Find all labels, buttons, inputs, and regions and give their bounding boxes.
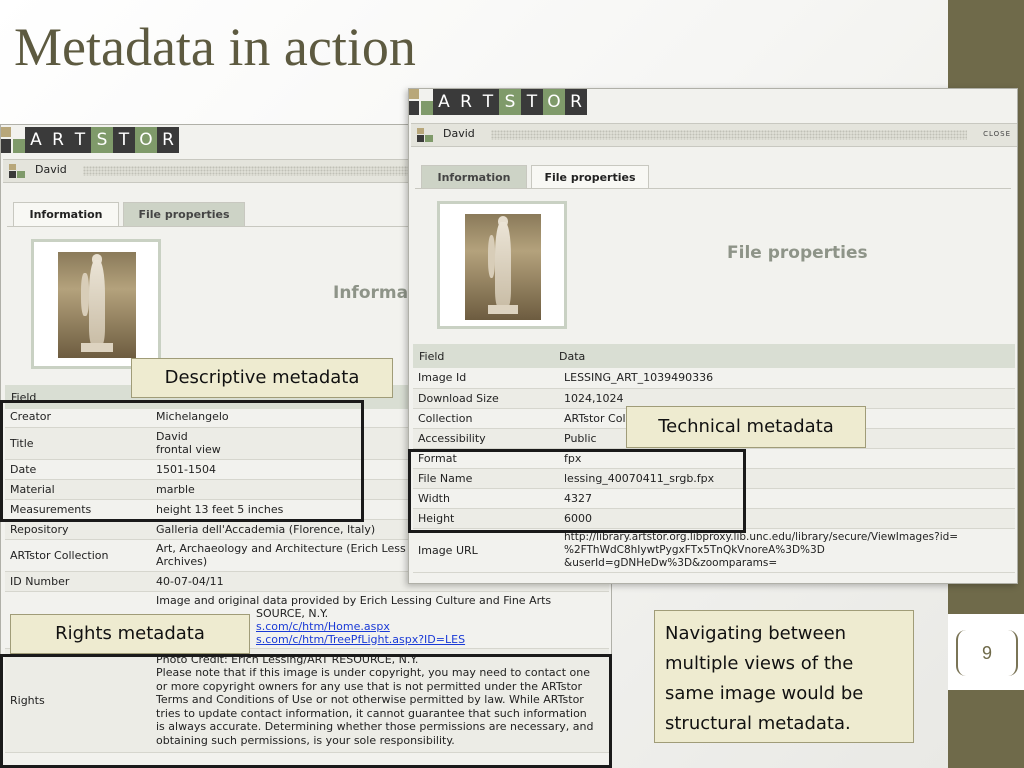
logo-letter: O	[135, 127, 157, 153]
structural-metadata-note: Navigating between multiple views of the…	[654, 610, 914, 743]
slide-title: Metadata in action	[14, 17, 416, 77]
statue-image	[58, 252, 136, 358]
table-row: Download Size 1024,1024	[413, 388, 1015, 409]
field-cell: Accessibility	[413, 428, 559, 449]
table-row: Image URL http://library.artstor.org.libp…	[413, 528, 1015, 573]
image-thumbnail[interactable]	[437, 201, 567, 329]
logo-letter: T	[477, 89, 499, 115]
logo-letter: T	[113, 127, 135, 153]
logo-letter: R	[565, 89, 587, 115]
artstor-logo: A R T S T O R	[409, 89, 587, 115]
logo-squares-icon	[1, 127, 25, 153]
panel-heading: File properties	[727, 243, 868, 263]
technical-metadata-label: Technical metadata	[626, 406, 866, 448]
tab-file-properties[interactable]: File properties	[123, 202, 245, 226]
window-icon	[9, 164, 25, 178]
logo-letter: A	[25, 127, 47, 153]
window-title: David	[35, 163, 67, 176]
logo-letter: A	[433, 89, 455, 115]
page-number: 9	[956, 630, 1018, 676]
table-header: Field Data	[413, 344, 1015, 368]
tab-divider	[415, 188, 1011, 189]
logo-letter: S	[499, 89, 521, 115]
field-column-header: Field	[419, 350, 445, 363]
image-thumbnail[interactable]	[31, 239, 161, 369]
url-cell[interactable]: http://library.artstor.org.libproxy.lib.…	[559, 528, 1015, 573]
rights-metadata-label: Rights metadata	[10, 614, 250, 654]
source-line: Image and original data provided by Eric…	[156, 593, 552, 607]
close-button[interactable]: CLOSE	[983, 130, 1011, 138]
panel-heading: Informa	[333, 283, 409, 303]
logo-letter: T	[69, 127, 91, 153]
data-column-header: Data	[559, 350, 586, 363]
value-cell: 1024,1024	[559, 388, 1015, 409]
field-cell: Download Size	[413, 388, 559, 409]
tab-information[interactable]: Information	[421, 165, 527, 189]
window-icon	[417, 128, 433, 142]
field-cell: ID Number	[5, 571, 151, 592]
field-cell: ARTstor Collection	[5, 539, 151, 572]
logo-letter: O	[543, 89, 565, 115]
field-cell: Repository	[5, 519, 151, 540]
logo-letters: A R T S T O R	[433, 89, 587, 115]
tab-file-properties[interactable]: File properties	[531, 165, 649, 189]
window-title-bar[interactable]: David CLOSE	[411, 123, 1017, 147]
descriptive-metadata-label: Descriptive metadata	[131, 358, 393, 398]
field-cell: Image URL	[413, 528, 559, 573]
field-cell: Image Id	[413, 368, 559, 389]
logo-letter: R	[157, 127, 179, 153]
window-title: David	[443, 127, 475, 140]
field-cell: Collection	[413, 408, 559, 429]
rights-highlight-box	[0, 654, 612, 768]
tab-information[interactable]: Information	[13, 202, 119, 226]
statue-image	[465, 214, 541, 320]
table-row: Image Id LESSING_ART_1039490336	[413, 368, 1015, 389]
title-bar-texture	[491, 130, 967, 140]
technical-highlight-box	[408, 449, 746, 533]
logo-letter: R	[455, 89, 477, 115]
value-cell: LESSING_ART_1039490336	[559, 368, 1015, 389]
logo-letter: T	[521, 89, 543, 115]
logo-letter: R	[47, 127, 69, 153]
descriptive-highlight-box	[0, 400, 364, 522]
artstor-logo: A R T S T O R	[1, 127, 179, 153]
logo-letters: A R T S T O R	[25, 127, 179, 153]
logo-letter: S	[91, 127, 113, 153]
logo-squares-icon	[409, 89, 433, 115]
